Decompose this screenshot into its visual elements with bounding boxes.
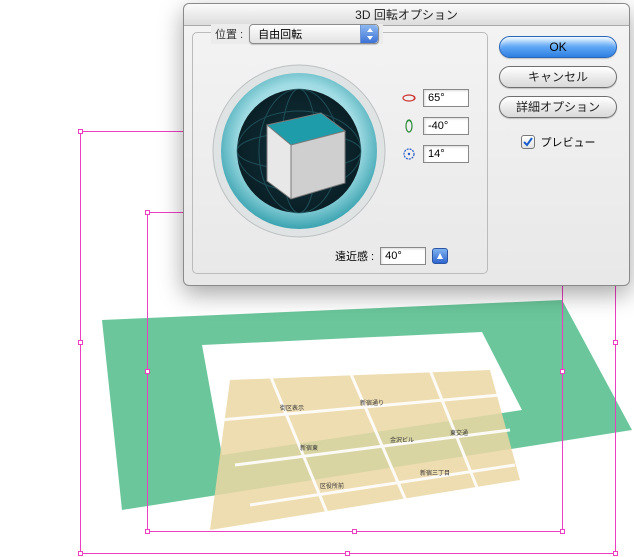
perspective-label: 遠近感 :: [335, 248, 374, 264]
rotate-z-input[interactable]: [423, 145, 469, 163]
rotate-y-icon: [401, 118, 417, 134]
position-select-value: 自由回転: [258, 26, 302, 42]
more-options-button[interactable]: 詳細オプション: [499, 96, 617, 118]
preview-label: プレビュー: [541, 134, 596, 150]
rotate-x-icon: [401, 90, 417, 106]
rotate-x-input[interactable]: [423, 89, 469, 107]
rotate-z-icon: [401, 146, 417, 162]
position-label: 位置 :: [215, 26, 243, 42]
chevron-updown-icon: [360, 25, 378, 43]
dialog-title: 3D 回転オプション: [184, 4, 629, 26]
cancel-button[interactable]: キャンセル: [499, 66, 617, 88]
position-select[interactable]: 自由回転: [249, 24, 379, 44]
perspective-input[interactable]: [380, 247, 426, 265]
preview-checkbox[interactable]: [521, 135, 535, 149]
rotation-trackball[interactable]: [211, 63, 387, 239]
ok-button[interactable]: OK: [499, 36, 617, 58]
perspective-stepper[interactable]: [432, 248, 448, 264]
rotate-y-input[interactable]: [423, 117, 469, 135]
dialog-3d-rotate-options: 3D 回転オプション 位置 : 自由回転: [183, 3, 630, 286]
